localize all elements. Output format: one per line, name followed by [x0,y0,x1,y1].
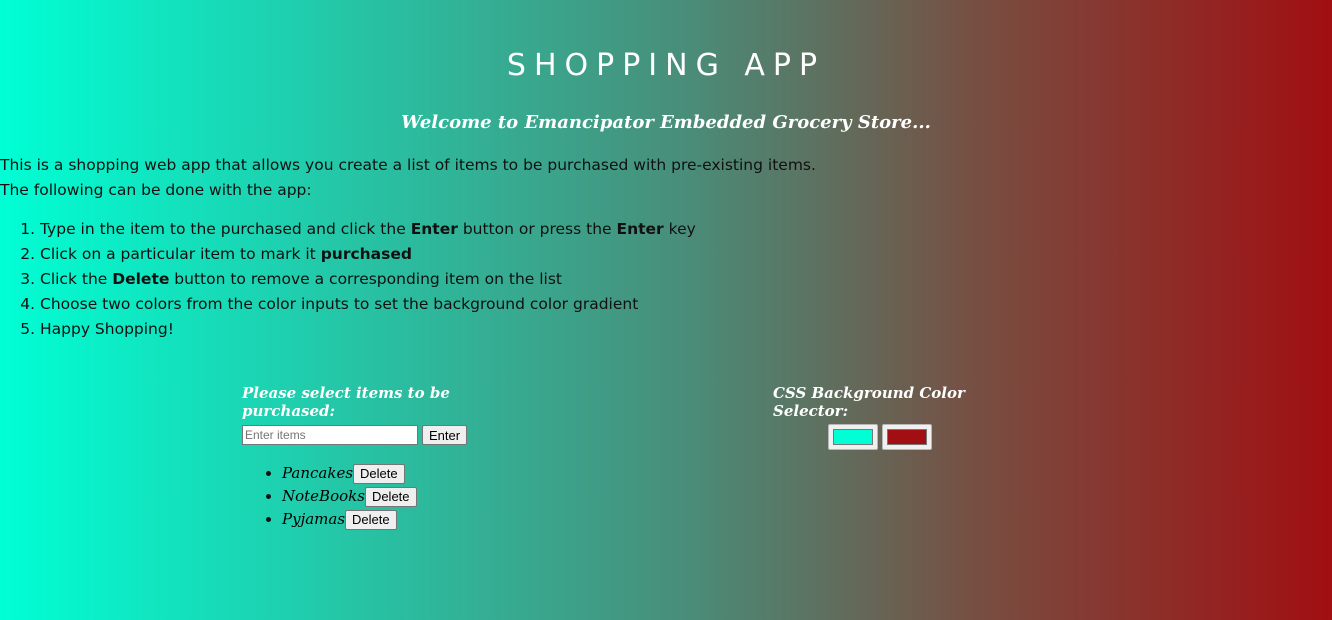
delete-button[interactable]: Delete [345,509,397,530]
color-inputs [828,424,932,450]
item-input[interactable] [242,425,418,445]
instruction-item: Click the Delete button to remove a corr… [40,267,696,292]
instruction-item: Choose two colors from the color inputs … [40,292,696,317]
list-item: PancakesDelete [282,462,417,485]
item-name[interactable]: NoteBooks [282,487,365,505]
instruction-item: Type in the item to the purchased and cl… [40,217,696,242]
delete-button[interactable]: Delete [364,486,417,507]
color-swatch-1 [833,429,873,445]
shopping-heading: Please select items to be purchased: [242,384,450,420]
app-title: SHOPPING APP [506,48,826,83]
list-item: NoteBooksDelete [282,485,417,508]
color-selector-heading: CSS Background Color Selector: [773,384,965,420]
item-name[interactable]: Pancakes [282,464,353,482]
intro-line-2: The following can be done with the app: [0,181,312,199]
welcome-subtitle: Welcome to Emancipator Embedded Grocery … [401,112,931,133]
enter-button[interactable]: Enter [422,425,468,445]
color-input-2[interactable] [882,424,932,450]
instruction-item: Happy Shopping! [40,317,696,342]
delete-button[interactable]: Delete [353,463,405,484]
color-input-1[interactable] [828,424,878,450]
item-name[interactable]: Pyjamas [282,510,345,528]
color-selector-panel: CSS Background Color Selector: [773,384,993,450]
intro-line-1: This is a shopping web app that allows y… [0,156,816,174]
instruction-item: Click on a particular item to mark it pu… [40,242,696,267]
intro-text: This is a shopping web app that allows y… [0,153,816,203]
list-item: PyjamasDelete [282,508,417,531]
shopping-items-list: PancakesDelete NoteBooksDelete PyjamasDe… [242,462,417,531]
color-swatch-2 [887,429,927,445]
shopping-list-panel: Please select items to be purchased: Ent… [242,384,502,530]
instructions-list: Type in the item to the purchased and cl… [0,217,696,342]
add-item-row: Enter [242,425,468,445]
